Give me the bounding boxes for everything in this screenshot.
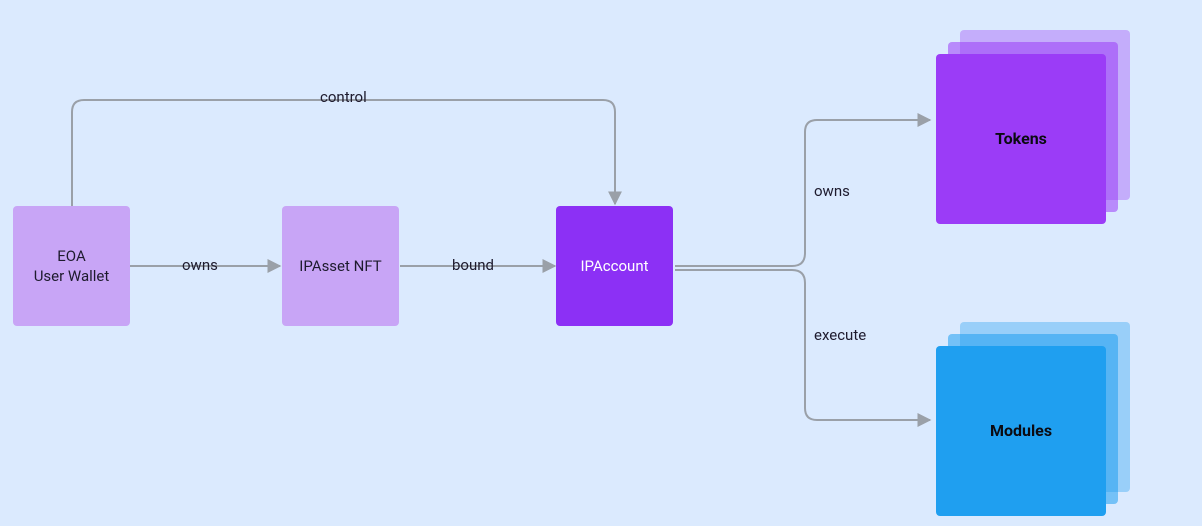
edge-label-owns-1: owns [182,256,218,274]
node-ipasset-nft: IPAsset NFT [282,206,399,326]
edge-label-execute: execute [814,326,866,344]
node-modules: Modules [936,346,1106,516]
node-tokens: Tokens [936,54,1106,224]
edge-eoa-ipaccount [72,100,615,206]
edge-label-control: control [320,88,367,106]
node-ipaccount: IPAccount [556,206,673,326]
edge-label-owns-2: owns [814,182,850,200]
node-eoa-user-wallet: EOA User Wallet [13,206,130,326]
edge-ipaccount-tokens [675,120,930,266]
edge-label-bound: bound [452,256,494,274]
edge-ipaccount-modules [675,270,930,420]
